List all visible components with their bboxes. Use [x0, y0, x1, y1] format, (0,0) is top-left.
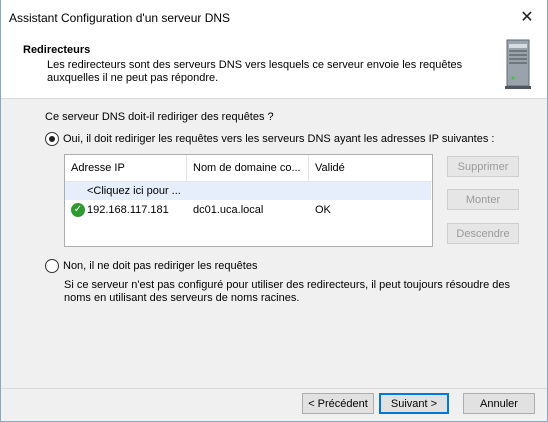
forwarders-list[interactable]: Adresse IP Nom de domaine co... Validé <… [64, 154, 433, 247]
option-yes-label: Oui, il doit rediriger les requêtes vers… [63, 133, 495, 145]
radio-no[interactable] [45, 259, 59, 273]
column-status[interactable]: Validé [309, 155, 432, 181]
option-no[interactable]: Non, il ne doit pas rediriger les requêt… [45, 259, 257, 273]
wizard-content: Ce serveur DNS doit-il rediriger des req… [1, 99, 547, 389]
close-icon[interactable]: ✕ [513, 4, 541, 30]
move-up-button[interactable]: Monter [447, 189, 519, 210]
wizard-header: Redirecteurs Les redirecteurs sont des s… [1, 34, 547, 99]
header-description: Les redirecteurs sont des serveurs DNS v… [47, 59, 463, 84]
column-domain[interactable]: Nom de domaine co... [187, 155, 309, 181]
info-note: Si ce serveur n'est pas configuré pour u… [64, 279, 510, 304]
server-icon [505, 39, 531, 89]
dns-wizard-window: Assistant Configuration d'un serveur DNS… [0, 0, 548, 422]
row-domain: dc01.uca.local [193, 204, 264, 216]
radio-yes[interactable] [45, 132, 59, 146]
list-item-placeholder[interactable]: <Cliquez ici pour ... [65, 182, 431, 200]
option-yes[interactable]: Oui, il doit rediriger les requêtes vers… [45, 132, 494, 146]
question-text: Ce serveur DNS doit-il rediriger des req… [45, 111, 274, 123]
table-row[interactable]: ✓ 192.168.117.181 dc01.uca.local OK [65, 201, 431, 219]
next-button[interactable]: Suivant > [379, 393, 449, 414]
list-header: Adresse IP Nom de domaine co... Validé [65, 155, 432, 182]
header-title: Redirecteurs [23, 44, 91, 56]
window-title: Assistant Configuration d'un serveur DNS [9, 11, 231, 25]
row-ip: 192.168.117.181 [87, 204, 169, 216]
cancel-button[interactable]: Annuler [463, 393, 535, 414]
remove-button[interactable]: Supprimer [447, 156, 519, 177]
move-down-button[interactable]: Descendre [447, 223, 519, 244]
placeholder-text: <Cliquez ici pour ... [87, 185, 181, 197]
row-status: OK [315, 204, 331, 216]
back-button[interactable]: < Précédent [302, 393, 374, 414]
footer-divider [1, 388, 547, 389]
title-bar: Assistant Configuration d'un serveur DNS… [1, 0, 547, 34]
check-circle-icon: ✓ [71, 203, 85, 217]
option-no-label: Non, il ne doit pas rediriger les requêt… [63, 260, 258, 272]
column-ip[interactable]: Adresse IP [65, 155, 187, 181]
